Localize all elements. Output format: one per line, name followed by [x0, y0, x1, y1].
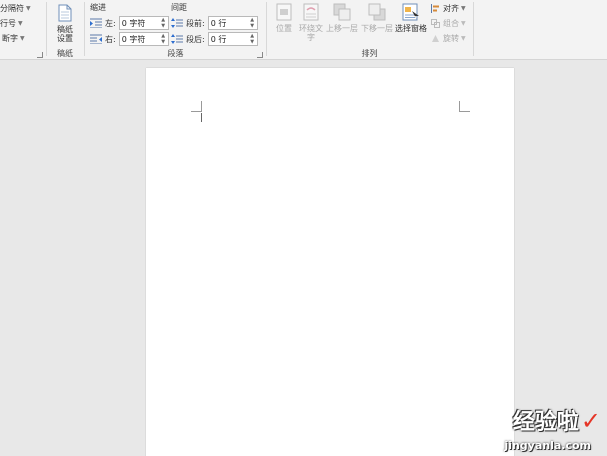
chevron-down-icon: ▼ [18, 20, 23, 27]
group-separator [473, 2, 474, 56]
wrap-text-label: 环绕文 字 [299, 24, 323, 42]
spacing-before-icon [171, 18, 183, 28]
bring-forward-label: 上移一层 [326, 24, 358, 33]
line-numbers-label: 行号 [0, 19, 16, 28]
send-backward-icon [368, 3, 386, 21]
draft-paper-icon [58, 4, 72, 22]
spin-arrows-icon[interactable]: ▲ ▼ [249, 17, 256, 29]
watermark: 经验啦✓ jingyanla.com [504, 404, 601, 452]
align-label: 对齐 [443, 4, 459, 13]
arrange-group: 位置 环绕文 字 上移一层 下移一层 选择窗格 对齐 ▼ 组合 ▼ 旋转 ▼ 排… [267, 0, 472, 60]
align-button[interactable]: 对齐 ▼ [431, 3, 466, 14]
ribbon: 分隔符 ▼ 行号 ▼ 断字 ▼ 稿纸 设置 稿纸 缩进 间距 左: 0 字符 ▲… [0, 0, 607, 60]
draft-paper-group: 稿纸 设置 稿纸 [47, 0, 83, 60]
indent-left-input[interactable]: 0 字符 ▲ ▼ [118, 16, 169, 30]
check-mark-icon: ✓ [580, 407, 601, 435]
chevron-down-icon: ▼ [461, 5, 466, 12]
group-objects-icon [431, 19, 440, 28]
indent-right-input[interactable]: 0 字符 ▲ ▼ [118, 32, 169, 46]
spacing-after-label: 段后: [186, 34, 205, 44]
bring-forward-button[interactable]: 上移一层 [325, 3, 359, 33]
indent-header: 缩进 [90, 3, 106, 12]
indent-right-label: 右: [105, 34, 116, 44]
chevron-down-icon: ▼ [26, 5, 31, 12]
arrange-group-label: 排列 [361, 49, 378, 58]
indent-right-icon [90, 34, 102, 44]
indent-right-value: 0 字符 [121, 35, 146, 44]
selection-pane-icon [402, 3, 419, 21]
bring-forward-icon [333, 3, 351, 21]
spacing-before-row: 段前: 0 行 ▲ ▼ [171, 16, 258, 30]
watermark-url: jingyanla.com [504, 439, 591, 452]
page-setup-launcher-icon[interactable] [37, 52, 43, 58]
position-button[interactable]: 位置 [271, 3, 297, 33]
rotate-label: 旋转 [443, 34, 459, 43]
chevron-down-icon: ▼ [20, 35, 25, 42]
align-icon [431, 4, 439, 13]
chevron-down-icon: ▼ [461, 35, 466, 42]
spin-arrows-icon[interactable]: ▲ ▼ [249, 33, 256, 45]
draft-group-label: 稿纸 [57, 49, 73, 58]
indent-left-row: 左: 0 字符 ▲ ▼ [90, 16, 169, 30]
spacing-after-value: 0 行 [210, 35, 227, 44]
position-icon [276, 3, 292, 21]
send-backward-button[interactable]: 下移一层 [360, 3, 394, 33]
spacing-after-icon [171, 34, 183, 44]
position-label: 位置 [276, 24, 292, 33]
send-backward-label: 下移一层 [361, 24, 393, 33]
line-numbers-button[interactable]: 行号 ▼ [0, 18, 23, 29]
spacing-before-input[interactable]: 0 行 ▲ ▼ [207, 16, 258, 30]
margin-corner-top-left-icon [191, 101, 202, 112]
spacing-header: 间距 [171, 3, 187, 12]
draft-paper-settings-label: 稿纸 设置 [57, 25, 73, 43]
breaks-button[interactable]: 分隔符 ▼ [0, 3, 31, 14]
hyphenation-button[interactable]: 断字 ▼ [2, 33, 25, 44]
rotate-button[interactable]: 旋转 ▼ [431, 33, 466, 44]
group-objects-label: 组合 [443, 19, 459, 28]
chevron-down-icon: ▼ [461, 20, 466, 27]
paragraph-group-label: 段落 [167, 49, 184, 58]
hyphenation-label: 断字 [2, 34, 18, 43]
wrap-text-button[interactable]: 环绕文 字 [297, 3, 325, 42]
indent-left-label: 左: [105, 18, 116, 28]
spin-arrows-icon[interactable]: ▲ ▼ [160, 33, 167, 45]
paragraph-group: 缩进 间距 左: 0 字符 ▲ ▼ 右: 0 字符 ▲ ▼ 段前: 0 行 ▲ … [85, 0, 266, 60]
document-page[interactable] [146, 68, 514, 456]
watermark-text: 经验啦 [512, 410, 579, 435]
page-setup-group-partial: 分隔符 ▼ 行号 ▼ 断字 ▼ [0, 0, 46, 60]
spacing-before-label: 段前: [186, 18, 205, 28]
spacing-before-value: 0 行 [210, 19, 227, 28]
spacing-after-input[interactable]: 0 行 ▲ ▼ [207, 32, 258, 46]
selection-pane-label: 选择窗格 [395, 24, 427, 33]
draft-paper-settings-button[interactable]: 稿纸 设置 [51, 4, 79, 43]
indent-left-icon [90, 18, 102, 28]
group-objects-button[interactable]: 组合 ▼ [431, 18, 466, 29]
wrap-text-icon [303, 3, 319, 21]
paragraph-launcher-icon[interactable] [257, 52, 263, 58]
spin-arrows-icon[interactable]: ▲ ▼ [160, 17, 167, 29]
breaks-label: 分隔符 [0, 4, 24, 13]
rotate-icon [432, 35, 439, 42]
spacing-after-row: 段后: 0 行 ▲ ▼ [171, 32, 258, 46]
indent-right-row: 右: 0 字符 ▲ ▼ [90, 32, 169, 46]
indent-left-value: 0 字符 [121, 19, 146, 28]
text-cursor [201, 113, 202, 122]
selection-pane-button[interactable]: 选择窗格 [394, 3, 428, 33]
margin-corner-top-right-icon [459, 101, 470, 112]
